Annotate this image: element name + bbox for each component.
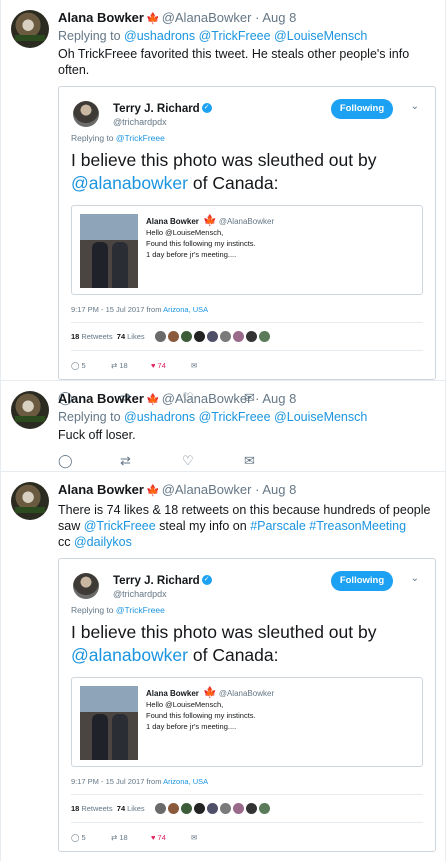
mention-link[interactable]: @ushadrons	[124, 29, 195, 43]
mention-link[interactable]: @dailykos	[74, 535, 132, 549]
liker-avatars	[154, 331, 272, 342]
mention-link[interactable]: @TrickFreee	[199, 29, 271, 43]
mention-link[interactable]: @ushadrons	[124, 410, 195, 424]
embedded-screenshot[interactable]: Terry J. Richard ✓ @trichardpdx Following…	[58, 558, 436, 852]
heart-icon: ♥	[151, 832, 156, 842]
retweet-icon: ⇄	[111, 832, 118, 842]
avatar[interactable]	[11, 482, 49, 520]
tweet-actions: ◯ ⇄ ♡ ✉	[58, 856, 435, 861]
envelope-icon: ✉	[191, 832, 198, 842]
liker-avatars	[154, 803, 272, 814]
embed-stats: 18 Retweets 74 Likes	[71, 795, 423, 823]
tweet-text: Fuck off loser.	[58, 428, 136, 442]
embedded-screenshot[interactable]: Terry J. Richard ✓ @trichardpdx Following…	[58, 86, 436, 380]
author-name[interactable]: Alana Bowker	[58, 482, 144, 497]
maple-leaf-icon: 🍁	[145, 394, 160, 406]
embed-actions: ◯ 5 ⇄ 18 ♥ 74 ✉	[71, 360, 198, 370]
tweet-header: Alana Bowker 🍁 @AlanaBowker · Aug 8	[58, 391, 297, 406]
mention-link[interactable]: @TrickFreee	[84, 519, 156, 533]
maple-leaf-icon: 🍁	[145, 485, 160, 497]
heart-icon[interactable]: ♡	[182, 453, 244, 469]
quoted-photo	[80, 214, 138, 288]
hashtag-link[interactable]: #Parscale	[250, 519, 306, 533]
timeline: Alana Bowker 🍁 @AlanaBowker · Aug 8 Replyi…	[0, 0, 446, 861]
embed-author-name: Terry J. Richard	[113, 103, 200, 115]
mention-link[interactable]: @LouiseMensch	[274, 29, 367, 43]
tweet-text: There is 74 likes & 18 retweets on this …	[58, 503, 431, 549]
tweet-header: Alana Bowker 🍁 @AlanaBowker · Aug 8	[58, 10, 435, 27]
quoted-tweet: Alana Bowker 🍁 @AlanaBowker Hello @Louise…	[71, 205, 423, 295]
envelope-icon: ✉	[191, 360, 198, 370]
embed-author-name: Terry J. Richard	[113, 575, 200, 587]
embed-actions: ◯ 5 ⇄ 18 ♥ 74 ✉	[71, 832, 198, 842]
author-handle[interactable]: @AlanaBowker	[162, 391, 252, 406]
embed-meta: 9:17 PM - 15 Jul 2017 from Arizona, USA	[71, 777, 423, 795]
reply-context: Replying to @ushadrons @TrickFreee @Loui…	[58, 29, 368, 43]
reply-icon[interactable]: ◯	[58, 453, 120, 469]
tweet[interactable]: Alana Bowker 🍁 @AlanaBowker · Aug 8 Replyi…	[1, 381, 445, 472]
reply-icon: ◯	[71, 360, 80, 370]
verified-icon: ✓	[201, 574, 212, 585]
verified-icon: ✓	[201, 102, 212, 113]
maple-leaf-icon: 🍁	[203, 687, 217, 699]
author-handle[interactable]: @AlanaBowker	[162, 10, 252, 25]
tweet[interactable]: Alana Bowker 🍁 @AlanaBowker · Aug 8 There …	[1, 472, 445, 861]
embed-meta: 9:17 PM - 15 Jul 2017 from Arizona, USA	[71, 305, 423, 323]
author-name[interactable]: Alana Bowker	[58, 391, 144, 406]
chevron-down-icon: ⌄	[410, 573, 419, 584]
maple-leaf-icon: 🍁	[145, 13, 160, 25]
embed-tweet-text: I believe this photo was sleuthed out by…	[71, 150, 377, 193]
tweet-header: Alana Bowker 🍁 @AlanaBowker · Aug 8	[58, 482, 297, 497]
hashtag-link[interactable]: #TreasonMeeting	[309, 519, 406, 533]
retweet-icon[interactable]: ⇄	[120, 453, 182, 469]
heart-icon: ♥	[151, 360, 156, 370]
embed-stats: 18 Retweets 74 Likes	[71, 323, 423, 351]
chevron-down-icon: ⌄	[410, 101, 419, 112]
following-button: Following	[331, 99, 393, 119]
mention-link[interactable]: @LouiseMensch	[274, 410, 367, 424]
author-handle[interactable]: @AlanaBowker	[162, 482, 252, 497]
reply-icon: ◯	[71, 832, 80, 842]
timestamp[interactable]: Aug 8	[262, 10, 296, 25]
avatar[interactable]	[11, 391, 49, 429]
following-button: Following	[331, 571, 393, 591]
tweet-text: Oh TrickFreee favorited this tweet. He s…	[58, 47, 410, 77]
separator: ·	[255, 10, 260, 25]
embed-tweet-text: I believe this photo was sleuthed out by…	[71, 622, 377, 665]
retweet-icon: ⇄	[111, 360, 118, 370]
timestamp[interactable]: Aug 8	[262, 391, 296, 406]
envelope-icon[interactable]: ✉	[244, 453, 306, 469]
tweet[interactable]: Alana Bowker 🍁 @AlanaBowker · Aug 8 Replyi…	[1, 0, 445, 405]
quoted-photo	[80, 686, 138, 760]
maple-leaf-icon: 🍁	[203, 215, 217, 227]
tweet-actions: ◯ ⇄ ♡ ✉	[58, 447, 435, 475]
timestamp[interactable]: Aug 8	[262, 482, 296, 497]
author-name[interactable]: Alana Bowker	[58, 10, 144, 25]
avatar[interactable]	[11, 10, 49, 48]
reply-context: Replying to @ushadrons @TrickFreee @Loui…	[58, 410, 368, 424]
mention-link[interactable]: @TrickFreee	[199, 410, 271, 424]
quoted-tweet: Alana Bowker 🍁 @AlanaBowker Hello @Louise…	[71, 677, 423, 767]
